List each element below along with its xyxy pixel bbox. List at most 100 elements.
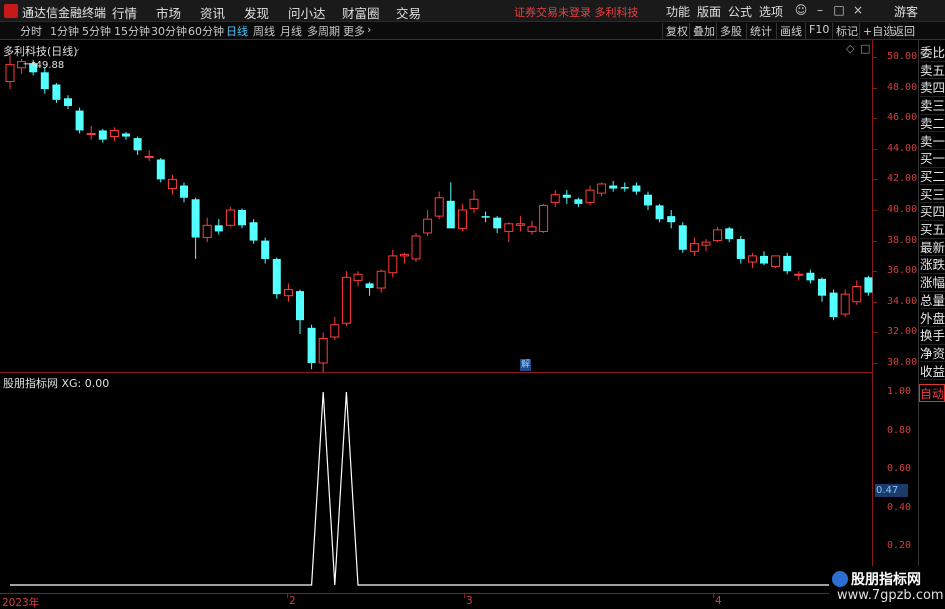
quote-tab[interactable]: 净资 xyxy=(920,345,945,363)
candle[interactable] xyxy=(840,289,850,318)
quote-tab[interactable]: 买五 xyxy=(920,221,945,239)
candle[interactable] xyxy=(527,220,537,235)
btn-fanhui[interactable]: 返回 xyxy=(889,23,915,39)
quote-tab[interactable]: 总量 xyxy=(920,292,945,310)
menu-faxian[interactable]: 发现 xyxy=(244,3,269,22)
candle[interactable] xyxy=(423,210,433,237)
candle[interactable] xyxy=(399,252,409,264)
candle[interactable] xyxy=(562,190,571,204)
candle[interactable] xyxy=(515,216,525,232)
candle[interactable] xyxy=(330,317,340,341)
candle[interactable] xyxy=(597,182,607,197)
expand-icon[interactable]: □ xyxy=(860,42,870,55)
period-more[interactable]: 更多 xyxy=(343,23,365,39)
candle[interactable] xyxy=(457,203,467,232)
candle[interactable] xyxy=(109,127,119,142)
menu-jiaoyi[interactable]: 交易 xyxy=(396,3,421,22)
candle[interactable] xyxy=(701,239,711,252)
diamond-icon[interactable]: ◇ xyxy=(846,42,854,55)
quote-tab[interactable]: 换手 xyxy=(920,327,945,345)
candle[interactable] xyxy=(341,271,351,327)
kline-panel[interactable]: ↖49.88←28.45 多利科技(日线) ⌄ ◇ □ xyxy=(0,40,873,372)
candle[interactable] xyxy=(214,219,223,235)
period-60min[interactable]: 60分钟 xyxy=(188,23,224,39)
candle[interactable] xyxy=(167,174,177,195)
btn-diejia[interactable]: 叠加 xyxy=(689,23,715,39)
period-monthly[interactable]: 月线 xyxy=(280,23,302,39)
candle[interactable] xyxy=(64,95,72,110)
menu-wenxiaoda[interactable]: 问小达 xyxy=(288,3,326,22)
period-1min[interactable]: 1分钟 xyxy=(50,23,79,39)
btn-huaxian[interactable]: 画线 xyxy=(776,23,802,39)
quote-tab[interactable]: 收益 xyxy=(920,363,945,381)
candle[interactable] xyxy=(272,257,281,299)
candle[interactable] xyxy=(585,185,595,206)
candle[interactable] xyxy=(202,217,212,243)
candle[interactable] xyxy=(40,67,49,94)
btn-duogu[interactable]: 多股 xyxy=(716,23,742,39)
period-5min[interactable]: 5分钟 xyxy=(82,23,111,39)
candle[interactable] xyxy=(144,150,154,162)
candle[interactable] xyxy=(794,271,804,281)
candle[interactable] xyxy=(806,269,815,284)
quote-tab[interactable]: 外盘 xyxy=(920,310,945,327)
btn-tongji[interactable]: 统计 xyxy=(746,23,772,39)
quote-tab[interactable]: 涨跌 xyxy=(920,256,945,274)
candle[interactable] xyxy=(493,216,502,233)
candle[interactable] xyxy=(609,180,618,192)
candle[interactable] xyxy=(747,252,757,269)
menu-gongneng[interactable]: 功能 xyxy=(666,3,690,20)
candle[interactable] xyxy=(713,226,723,243)
candle[interactable] xyxy=(388,249,398,278)
candle[interactable] xyxy=(318,332,328,372)
menu-caifuquan[interactable]: 财富圈 xyxy=(342,3,380,22)
candle[interactable] xyxy=(86,125,96,140)
candle[interactable] xyxy=(156,157,165,183)
auto-button[interactable]: 自动 xyxy=(919,384,945,402)
indicator-panel[interactable]: 股朋指标网 XG: 0.00 xyxy=(0,373,873,593)
candle[interactable] xyxy=(644,191,652,210)
period-15min[interactable]: 15分钟 xyxy=(114,23,150,39)
kline-chart[interactable]: ↖49.88←28.45 xyxy=(0,40,873,372)
candle[interactable] xyxy=(249,219,258,244)
menu-gongshi[interactable]: 公式 xyxy=(728,3,752,20)
candle[interactable] xyxy=(574,197,583,207)
quote-tab[interactable]: 买二 xyxy=(920,168,945,186)
candle[interactable] xyxy=(365,281,374,296)
chevron-down-icon[interactable]: ⌄ xyxy=(73,43,81,54)
candle[interactable] xyxy=(17,58,27,74)
quote-tab[interactable]: 涨幅 xyxy=(920,274,945,292)
candle[interactable] xyxy=(307,324,316,370)
menu-hangqing[interactable]: 行情 xyxy=(112,3,137,22)
quote-tab[interactable]: 买一 xyxy=(920,150,945,168)
menu-zixun[interactable]: 资讯 xyxy=(200,3,225,22)
candle[interactable] xyxy=(225,206,235,227)
maximize-icon[interactable]: □ xyxy=(831,1,847,19)
period-multi[interactable]: 多周期 xyxy=(307,23,340,39)
candle[interactable] xyxy=(504,222,514,243)
btn-biaoji[interactable]: 标记 xyxy=(832,23,858,39)
btn-f10[interactable]: F10 xyxy=(805,23,829,39)
menu-banmian[interactable]: 版面 xyxy=(697,3,721,20)
candle[interactable] xyxy=(667,210,676,229)
candle[interactable] xyxy=(133,136,142,155)
menu-shichang[interactable]: 市场 xyxy=(156,3,181,22)
quote-tab[interactable]: 买四 xyxy=(920,203,945,221)
candle[interactable] xyxy=(434,191,444,220)
candle[interactable] xyxy=(376,269,386,293)
candle[interactable] xyxy=(864,275,873,296)
candle[interactable] xyxy=(411,232,421,263)
quote-tab[interactable]: 卖二 xyxy=(920,115,945,133)
candle[interactable] xyxy=(725,226,734,243)
chevron-right-icon[interactable]: › xyxy=(367,23,371,36)
user-icon[interactable]: ☺ xyxy=(793,1,809,19)
candle[interactable] xyxy=(655,203,664,223)
candle[interactable] xyxy=(736,236,745,264)
quote-tab[interactable]: 最新 xyxy=(920,239,945,257)
candle[interactable] xyxy=(238,208,246,229)
quote-tab[interactable]: 卖四 xyxy=(920,79,945,97)
quote-tab[interactable]: 卖五 xyxy=(920,62,945,80)
candle[interactable] xyxy=(469,190,479,214)
candle[interactable] xyxy=(632,182,641,195)
candle[interactable] xyxy=(191,197,200,259)
